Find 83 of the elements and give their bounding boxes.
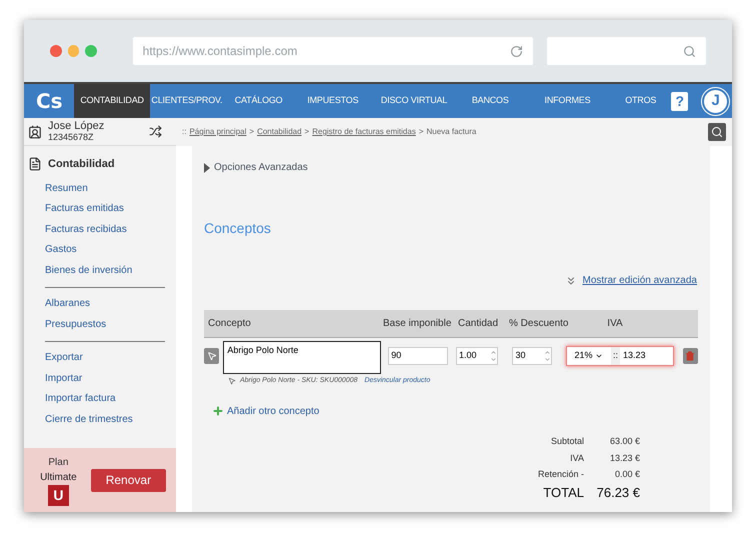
url-text: https://www.contasimple.com	[142, 43, 298, 60]
nav-tab[interactable]: INFORMES	[524, 84, 610, 118]
search-button[interactable]	[708, 123, 726, 141]
grand-total-label: TOTAL	[542, 484, 584, 502]
vat-field[interactable]: 21% :: 13.23	[566, 346, 674, 366]
total-value: 63.00 €	[608, 435, 640, 448]
browser-search-field[interactable]	[546, 37, 706, 65]
chevron-down-icon	[595, 352, 604, 360]
triangle-icon[interactable]	[204, 162, 210, 172]
product-picker-button[interactable]	[204, 348, 220, 364]
sidebar-link[interactable]: Bienes de inversión	[45, 260, 165, 281]
add-concept-link[interactable]: Añadir otro concepto	[227, 404, 320, 418]
sidebar-link[interactable]: Importar factura	[45, 389, 165, 410]
nav-tab[interactable]: DISCO VIRTUAL	[372, 84, 456, 118]
sidebar-link[interactable]: Facturas recibidas	[45, 220, 165, 240]
nav-tab[interactable]: CATÁLOGO	[224, 84, 294, 118]
avatar[interactable]: J	[702, 88, 729, 114]
concept-field[interactable]: Abrigo Polo Norte	[223, 341, 382, 374]
advanced-edit-link[interactable]: Mostrar edición avanzada	[582, 273, 697, 288]
sidebar-link[interactable]: Resumen	[45, 178, 165, 199]
discount-field[interactable]: 30	[512, 347, 552, 365]
spinner-icon[interactable]	[544, 349, 551, 363]
total-label: IVA	[569, 452, 584, 464]
search-icon[interactable]	[683, 44, 696, 58]
plan-label: Plan	[48, 456, 68, 470]
renew-button[interactable]: Renovar	[90, 468, 166, 492]
sidebar-link[interactable]: Importar	[45, 368, 165, 389]
breadcrumb-prefix: ::	[182, 126, 186, 138]
sidebar-section-title: Contabilidad	[48, 157, 115, 172]
user-id: 12345678Z	[48, 133, 95, 142]
spinner-icon[interactable]	[490, 349, 498, 363]
nav-tab[interactable]: CONTABILIDAD	[74, 84, 150, 118]
plan-name: Ultimate	[40, 470, 77, 484]
sidebar-link[interactable]: Facturas emitidas	[45, 199, 165, 220]
reload-icon[interactable]	[510, 44, 523, 58]
quantity-field[interactable]: 1.00	[456, 347, 498, 365]
grand-total-value: 76.23 €	[596, 484, 640, 502]
breadcrumb-link[interactable]: Registro de facturas emitidas	[312, 126, 416, 138]
document-icon	[28, 157, 42, 172]
column-header: IVA	[606, 317, 624, 331]
column-header: Concepto	[207, 317, 252, 331]
nav-tab[interactable]: OTROS	[610, 84, 672, 118]
discount-value: 30	[515, 349, 526, 362]
trash-icon	[685, 351, 696, 361]
cursor-icon	[206, 351, 217, 361]
user-icon	[28, 124, 42, 138]
plus-icon[interactable]	[212, 405, 224, 417]
nav-tab[interactable]: BANCOS	[456, 84, 525, 118]
nav-tab[interactable]: IMPUESTOS	[293, 84, 372, 118]
user-name: Jose López	[48, 121, 104, 132]
search-icon	[711, 126, 723, 138]
logo[interactable]: Cs	[24, 84, 74, 118]
total-value: 0.00 €	[614, 468, 640, 481]
vat-amount[interactable]: 13.23	[620, 349, 646, 363]
breadcrumb-current: Nueva factura	[426, 126, 476, 138]
quantity-value: 1.00	[459, 349, 477, 362]
cursor-icon	[228, 377, 236, 386]
breadcrumb-link[interactable]: Página principal	[189, 126, 246, 138]
sidebar-link[interactable]: Albaranes	[45, 294, 165, 314]
sidebar-link[interactable]: Gastos	[45, 240, 165, 260]
column-header: Base imponible	[383, 317, 452, 331]
plan-badge: U	[48, 484, 69, 506]
column-header: % Descuento	[508, 317, 570, 331]
breadcrumb-separator: >	[304, 126, 310, 138]
shuffle-icon[interactable]	[149, 125, 162, 138]
vat-rate-select[interactable]: 21%	[566, 349, 611, 363]
column-header: Cantidad	[458, 317, 500, 331]
base-field[interactable]: 90	[388, 347, 448, 365]
sidebar-link[interactable]: Cierre de trimestres	[45, 410, 165, 430]
total-label: Retención -	[536, 468, 584, 481]
total-label: Subtotal	[550, 435, 584, 448]
sidebar-link[interactable]: Presupuestos	[45, 314, 165, 335]
nav-tab[interactable]: CLIENTES/PROV.	[150, 84, 224, 118]
vat-separator: ::	[610, 347, 620, 365]
breadcrumb-separator: >	[418, 126, 424, 138]
breadcrumb-link[interactable]: Contabilidad	[257, 126, 302, 138]
help-icon[interactable]: ?	[671, 92, 688, 110]
total-value: 13.23 €	[608, 452, 640, 464]
advanced-options-toggle[interactable]: Opciones Avanzadas	[214, 160, 308, 175]
breadcrumb-separator: >	[249, 126, 254, 138]
delete-button[interactable]	[682, 348, 698, 364]
section-heading: Conceptos	[204, 219, 272, 238]
sidebar-link[interactable]: Exportar	[45, 348, 165, 368]
